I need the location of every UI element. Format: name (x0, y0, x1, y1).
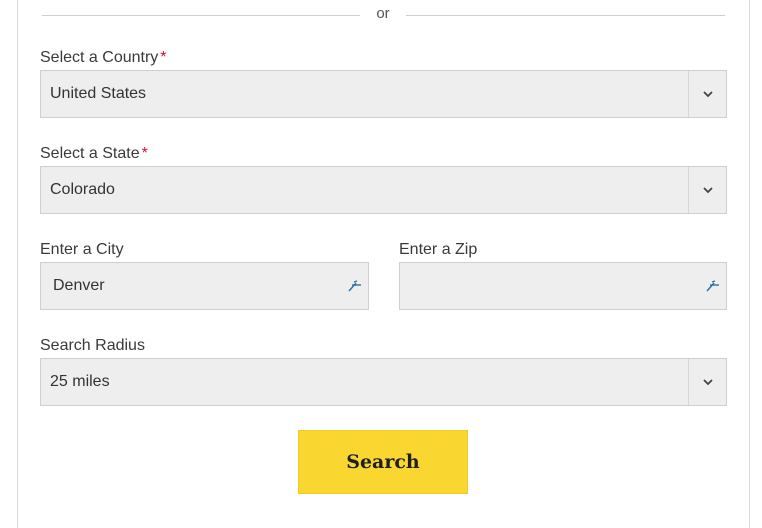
state-select[interactable]: Colorado (40, 166, 727, 214)
radius-select[interactable]: 25 miles (40, 358, 727, 406)
chevron-down-icon[interactable] (688, 71, 726, 117)
zip-input[interactable] (399, 262, 727, 310)
chevron-down-icon[interactable] (688, 167, 726, 213)
country-select-value: United States (50, 85, 147, 102)
radius-select-value: 25 miles (50, 373, 110, 390)
state-label: Select a State * (40, 144, 148, 164)
location-arrow-icon[interactable] (348, 280, 362, 292)
search-button[interactable]: Search (298, 430, 468, 494)
divider-line-left (42, 15, 360, 16)
divider-text: or (376, 5, 390, 22)
location-arrow-icon[interactable] (706, 280, 720, 292)
city-input[interactable]: Denver (40, 262, 369, 310)
country-label: Select a Country * (40, 48, 167, 68)
country-label-text: Select a Country (40, 49, 159, 66)
zip-label: Enter a Zip (399, 241, 478, 258)
city-label: Enter a City (40, 241, 124, 258)
country-select[interactable]: United States (40, 70, 727, 118)
or-divider: or (42, 0, 725, 30)
city-input-value: Denver (53, 277, 105, 294)
radius-label: Search Radius (40, 337, 145, 354)
required-mark: * (160, 49, 167, 66)
divider-line-right (406, 15, 725, 16)
chevron-down-icon[interactable] (688, 359, 726, 405)
state-select-value: Colorado (50, 181, 115, 198)
state-label-text: Select a State (40, 145, 140, 162)
required-mark: * (141, 145, 148, 162)
